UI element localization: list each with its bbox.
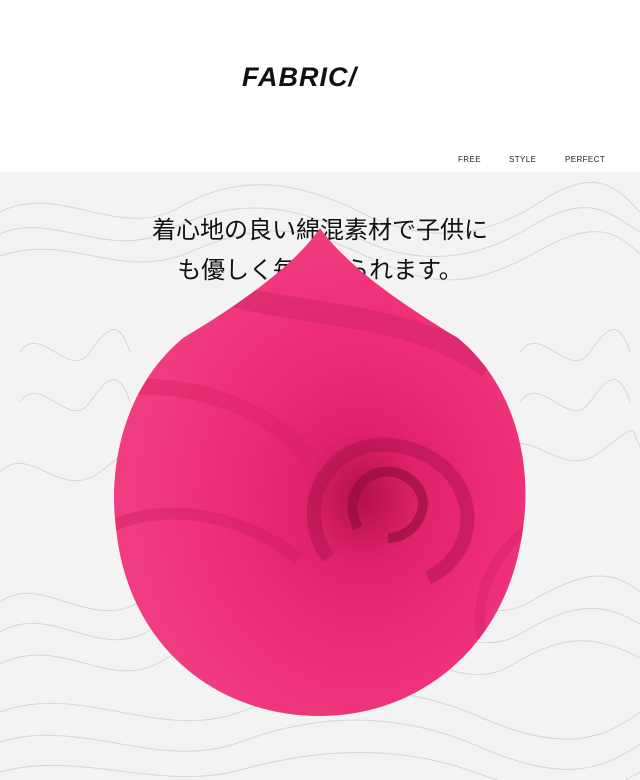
header-section: FABRIC/ FREE STYLE PERFECT [0, 0, 640, 172]
tag-free: FREE [458, 155, 481, 164]
fabric-closeup-image [114, 228, 526, 716]
feature-tags: FREE STYLE PERFECT [0, 155, 640, 169]
fabric-title: FABRIC/ [242, 62, 357, 92]
tag-style: STYLE [509, 155, 537, 164]
tag-perfect: PERFECT [565, 155, 606, 164]
